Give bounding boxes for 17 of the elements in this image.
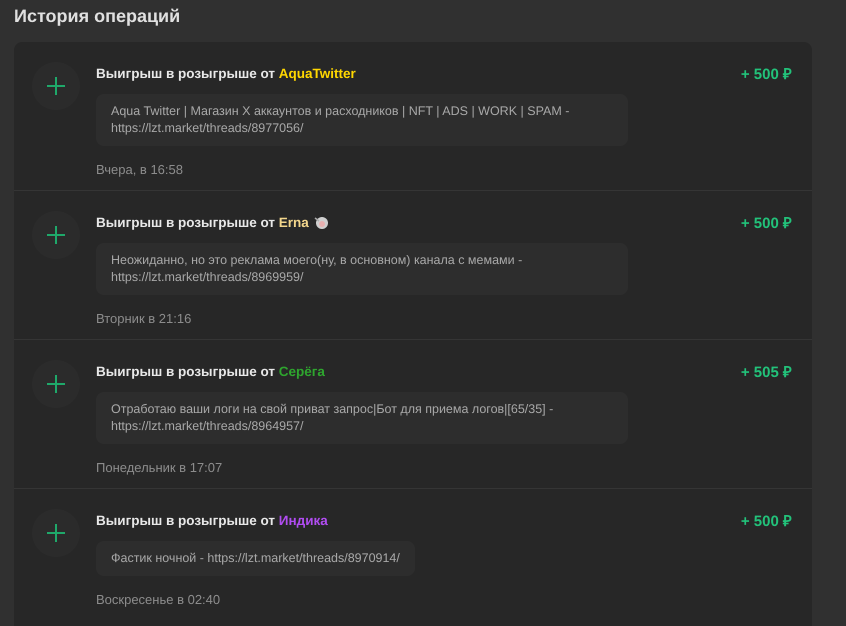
operation-title: Выигрыш в розыгрыше от Erna	[96, 214, 309, 232]
amount: + 500 ₽	[740, 64, 792, 85]
operation-time: Вчера, в 16:58	[96, 160, 184, 179]
operation-title: Выигрыш в розыгрыше от Индика	[96, 512, 328, 530]
operation-title: Выигрыш в розыгрыше от AquaTwitter	[96, 64, 356, 83]
message-text: Отработаю ваши логи на свой приват запрос|Бот для приема логов|[65/35] - https://lzt.market/threads/8964957/	[96, 392, 628, 444]
message-text: Aqua Twitter | Магазин X аккаунтов и расходников | NFT | ADS | WORK | SPAM - https://lzt.market/threads/8977056/	[96, 94, 628, 146]
amount: + 505 ₽	[740, 362, 792, 383]
page-title: История операций	[13, 5, 182, 28]
operation-title: Выигрыш в розыгрыше от Серёга	[96, 362, 325, 381]
operation-time: Вторник в 21:16	[96, 310, 192, 328]
amount: + 500 ₽	[740, 214, 792, 234]
message-text: Фастик ночной - https://lzt.market/threads/8970914/	[96, 540, 415, 576]
operation-time: Воскресенье в 02:40	[96, 590, 222, 609]
operation-time: Понедельник в 17:07	[96, 458, 224, 477]
message-text: Неожиданно, но это реклама моего(ну, в основном) канала с мемами - https://lzt.market/threads/8969959/	[96, 242, 628, 295]
amount: + 500 ₽	[740, 512, 792, 532]
